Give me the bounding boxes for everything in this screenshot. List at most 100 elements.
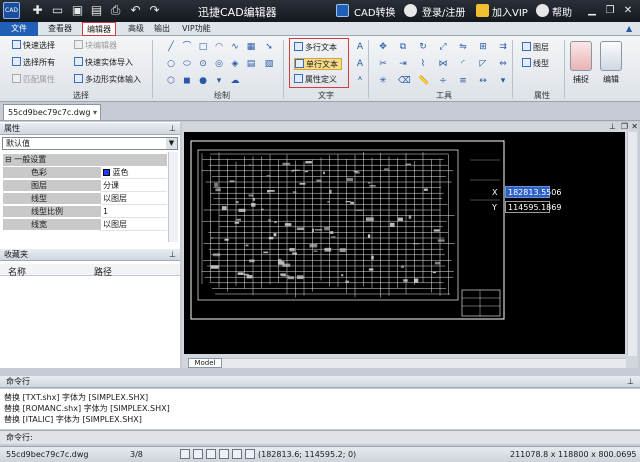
column-path[interactable]: 路径 xyxy=(94,265,112,278)
text-edit-icon[interactable]: A xyxy=(355,59,365,69)
ortho-toggle-icon[interactable] xyxy=(206,449,216,459)
save-as-icon[interactable]: ▤ xyxy=(89,3,104,18)
region-icon[interactable]: ◈ xyxy=(230,59,240,69)
property-row-layer[interactable]: 图层 分课 xyxy=(3,180,167,192)
table-icon[interactable]: ▤ xyxy=(246,59,256,69)
column-name[interactable]: 名称 xyxy=(8,265,26,278)
pin-icon[interactable]: ⊥ xyxy=(169,123,176,135)
cad-convert-button[interactable]: CAD转换 xyxy=(354,4,396,19)
restore-icon[interactable]: ❐ xyxy=(603,4,617,18)
dimension-icon[interactable]: ↔ xyxy=(478,76,488,86)
document-tab[interactable]: 55cd9bec79c7c.dwg ▾ xyxy=(3,104,101,120)
circle-icon[interactable]: ○ xyxy=(166,59,176,69)
image-icon[interactable]: ▧ xyxy=(264,59,274,69)
open-icon[interactable]: ▭ xyxy=(50,3,65,18)
pin-icon[interactable]: ⊥ xyxy=(169,249,176,261)
polygon-entity-input-button[interactable]: 多边形实体输入 xyxy=(74,74,141,86)
cloud-icon[interactable]: ☁ xyxy=(230,76,240,86)
measure-icon[interactable]: 📏 xyxy=(418,76,429,86)
vertical-scrollbar[interactable] xyxy=(627,132,637,356)
coord-x-input[interactable]: 182813.5506 xyxy=(505,186,561,198)
model-tab[interactable]: Model xyxy=(188,358,222,368)
property-row-linetype-scale[interactable]: 线型比例 1 xyxy=(3,206,167,218)
snap-button[interactable]: 捕捉 xyxy=(568,39,594,97)
horizontal-scrollbar[interactable] xyxy=(222,358,626,368)
edit-button[interactable]: 编辑 xyxy=(598,39,624,97)
grid-toggle-icon[interactable] xyxy=(193,449,203,459)
more-tools-icon[interactable]: ▾ xyxy=(498,76,508,86)
cad-floor-plan[interactable] xyxy=(190,140,505,320)
property-row-lineweight[interactable]: 线宽 以图层 xyxy=(3,219,167,231)
select-all-button[interactable]: 选择所有 xyxy=(12,57,55,69)
property-row-color[interactable]: 色彩 蓝色 xyxy=(3,167,167,179)
move-icon[interactable]: ✥ xyxy=(378,42,388,52)
coord-y-input[interactable]: 114595.1869 xyxy=(505,201,561,213)
help-button[interactable]: 帮助 xyxy=(552,4,572,19)
ribbon-collapse-icon[interactable]: ▲ xyxy=(622,22,636,36)
fillet-icon[interactable]: ◜ xyxy=(458,59,468,69)
dot-icon[interactable]: ● xyxy=(198,76,208,86)
rectangle-icon[interactable]: □ xyxy=(198,42,208,52)
break-icon[interactable]: ⌇ xyxy=(418,59,428,69)
hatch-icon[interactable]: ▦ xyxy=(246,42,256,52)
erase-icon[interactable]: ⌫ xyxy=(398,76,411,86)
block-editor-button[interactable]: 块编辑器 xyxy=(74,40,117,52)
polyline-icon[interactable]: ⌒ xyxy=(182,42,192,52)
text-style-icon[interactable]: A xyxy=(355,42,365,52)
polar-toggle-icon[interactable] xyxy=(219,449,229,459)
user-icon[interactable] xyxy=(404,4,417,17)
match-properties-button[interactable]: 匹配属性 xyxy=(12,74,55,86)
mirror-icon[interactable]: ⇋ xyxy=(458,42,468,52)
osnap-toggle-icon[interactable] xyxy=(232,449,242,459)
align-icon[interactable]: ≡ xyxy=(458,76,468,86)
menu-viewer[interactable]: 查看器 xyxy=(44,22,76,36)
lineweight-toggle-icon[interactable] xyxy=(245,449,255,459)
canvas-pin-icon[interactable]: ⊥ xyxy=(609,122,616,131)
rotate-icon[interactable]: ↻ xyxy=(418,42,428,52)
print-icon[interactable]: ⎙ xyxy=(108,3,123,18)
polygon-icon[interactable]: ⬡ xyxy=(166,76,176,86)
save-icon[interactable]: ▣ xyxy=(70,3,85,18)
login-button[interactable]: 登录/注册 xyxy=(422,4,465,19)
canvas-restore-icon[interactable]: ❐ xyxy=(621,122,628,131)
quick-entity-import-button[interactable]: 快速实体导入 xyxy=(74,57,133,69)
layer-button[interactable]: 图层 xyxy=(522,42,549,54)
undo-icon[interactable]: ↶ xyxy=(128,3,143,18)
menu-output[interactable]: 输出 xyxy=(150,22,174,36)
cad-convert-icon[interactable] xyxy=(336,4,349,17)
menu-advanced[interactable]: 高级 xyxy=(124,22,148,36)
explode-icon[interactable]: ✳ xyxy=(378,76,388,86)
arc-icon[interactable]: ◠ xyxy=(214,42,224,52)
extend-icon[interactable]: ⇥ xyxy=(398,59,408,69)
help-icon[interactable] xyxy=(536,4,549,17)
vip-icon[interactable] xyxy=(476,4,489,17)
minimize-icon[interactable]: ▁ xyxy=(585,4,599,18)
section-general[interactable]: ⊟ 一般设置 xyxy=(3,154,167,166)
wipeout-icon[interactable]: ▾ xyxy=(214,76,224,86)
solid-icon[interactable]: ◼ xyxy=(182,76,192,86)
command-input[interactable]: 命令行: xyxy=(0,430,640,444)
collapse-icon[interactable]: ⊟ xyxy=(5,155,12,164)
text-find-icon[interactable]: ᴬ xyxy=(355,76,365,86)
canvas-close-icon[interactable]: ✕ xyxy=(631,122,638,131)
vip-button[interactable]: 加入VIP xyxy=(492,4,528,19)
offset-icon[interactable]: ⇉ xyxy=(498,42,508,52)
tab-close-icon[interactable]: ▾ xyxy=(93,105,97,120)
property-row-linetype[interactable]: 线型 以图层 xyxy=(3,193,167,205)
pin-icon[interactable]: ⊥ xyxy=(627,376,634,388)
arrow-icon[interactable]: ➘ xyxy=(264,42,274,52)
redo-icon[interactable]: ↷ xyxy=(147,3,162,18)
quick-select-button[interactable]: 快速选择 xyxy=(12,40,55,52)
new-icon[interactable]: ✚ xyxy=(30,3,45,18)
close-icon[interactable]: ✕ xyxy=(621,4,635,18)
properties-scrollbar[interactable] xyxy=(168,152,178,242)
menu-editor[interactable]: 编辑器 xyxy=(82,22,116,36)
donut-icon[interactable]: ◎ xyxy=(214,59,224,69)
trim-icon[interactable]: ✂ xyxy=(378,59,388,69)
divide-icon[interactable]: ÷ xyxy=(438,76,448,86)
chamfer-icon[interactable]: ◸ xyxy=(478,59,488,69)
array-icon[interactable]: ⊞ xyxy=(478,42,488,52)
line-icon[interactable]: ╱ xyxy=(166,42,176,52)
point-icon[interactable]: ⊙ xyxy=(198,59,208,69)
snap-toggle-icon[interactable] xyxy=(180,449,190,459)
